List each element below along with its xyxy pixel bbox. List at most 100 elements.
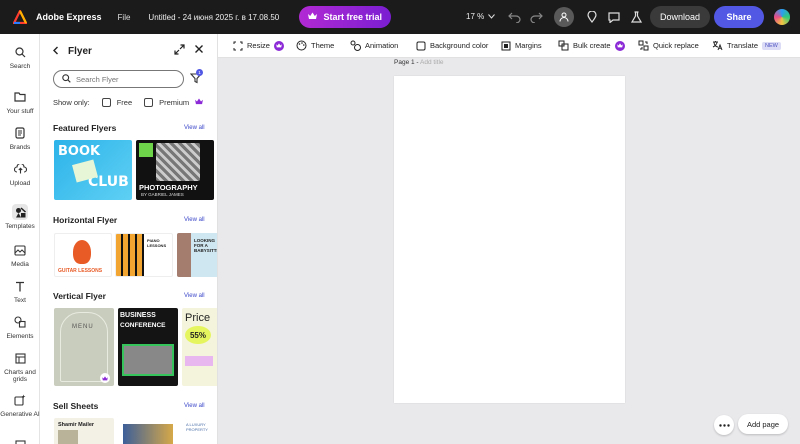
rail-item-upload[interactable]: Upload <box>0 161 40 187</box>
template-thumb-piano-lessons[interactable]: PIANO LESSONS <box>115 233 173 277</box>
page-number-label: Page 1 - <box>394 59 419 66</box>
quick-replace-label: Quick replace <box>653 41 699 50</box>
rail-item-your-stuff[interactable]: Your stuff <box>0 89 40 115</box>
adobe-express-logo-icon[interactable] <box>12 9 28 25</box>
resize-tool[interactable]: Resize <box>232 40 284 51</box>
panel-title: Flyer <box>68 45 92 57</box>
view-all-horizontal-link[interactable]: View all <box>184 217 205 223</box>
rail-item-text[interactable]: Text <box>0 278 40 304</box>
babysitter-title: LOOKING FOR A BABYSITTER <box>194 238 217 253</box>
rail-item-more[interactable] <box>0 436 40 444</box>
user-avatar[interactable] <box>774 9 790 25</box>
comment-icon[interactable] <box>606 9 622 25</box>
template-thumb-menu[interactable]: MENU <box>54 308 114 386</box>
theme-tool[interactable]: Theme <box>296 40 334 51</box>
shamir-title: Shamir Mailer <box>58 422 95 428</box>
redo-icon[interactable] <box>528 9 544 25</box>
rail-item-generative-ai[interactable]: Generative AI <box>0 392 40 418</box>
page-label: Page 1 - Add title <box>394 59 444 66</box>
chart-grid-icon <box>12 350 28 366</box>
filter-count-badge: 1 <box>196 69 203 76</box>
template-thumb-photography[interactable]: PHOTOGRAPHY BY GABRIEL JAMES <box>136 140 214 200</box>
add-page-button[interactable]: Add page <box>738 414 788 434</box>
section-title-sell-sheets: Sell Sheets <box>53 401 99 411</box>
cloud-upload-icon <box>12 161 28 177</box>
template-thumb-shamir-mailer[interactable]: Shamir Mailer <box>54 418 114 444</box>
start-free-trial-button[interactable]: Start free trial <box>299 6 392 28</box>
animation-tool[interactable]: Animation <box>350 40 398 51</box>
premium-label: Premium <box>159 98 190 107</box>
document-title[interactable]: Untitled - 24 июня 2025 г. в 17.08.50 <box>148 13 279 22</box>
flask-icon[interactable] <box>628 9 644 25</box>
rail-item-elements[interactable]: Elements <box>0 314 40 340</box>
template-thumb-book-club[interactable]: BOOK CLUB <box>54 140 132 200</box>
new-badge: NEW <box>762 41 781 50</box>
bulk-create-label: Bulk create <box>573 41 611 50</box>
rail-item-templates[interactable]: Templates <box>0 204 40 230</box>
rail-item-charts[interactable]: Charts and grids <box>0 350 40 384</box>
business-title: BUSINESS <box>120 312 156 319</box>
resize-label: Resize <box>247 41 270 50</box>
free-checkbox[interactable] <box>101 98 111 107</box>
search-bar[interactable] <box>53 70 184 88</box>
search-input[interactable] <box>76 74 176 84</box>
rail-item-brands[interactable]: Brands <box>0 125 40 151</box>
background-color-tool[interactable]: Background color <box>415 40 488 51</box>
view-all-sell-sheets-link[interactable]: View all <box>184 403 205 409</box>
margins-tool[interactable]: Margins <box>500 40 542 51</box>
rail-item-media[interactable]: Media <box>0 242 40 268</box>
crown-icon <box>308 12 318 22</box>
guitar-lessons-title: GUITAR LESSONS <box>58 268 103 274</box>
quick-replace-tool[interactable]: Quick replace <box>638 40 699 51</box>
close-icon[interactable] <box>194 44 204 56</box>
rail-label-upload: Upload <box>9 180 31 187</box>
zoom-control[interactable]: 17 % <box>466 12 496 21</box>
brand-icon <box>12 125 28 141</box>
file-menu[interactable]: File <box>118 13 131 22</box>
resize-icon <box>232 40 243 51</box>
back-arrow-icon[interactable] <box>52 46 60 57</box>
more-dots-icon <box>718 423 730 427</box>
margins-label: Margins <box>515 41 542 50</box>
palette-icon <box>296 40 307 51</box>
rail-label-text: Text <box>14 297 26 304</box>
template-thumb-price[interactable]: Price 55% <box>182 308 217 386</box>
location-pin-icon[interactable] <box>584 9 600 25</box>
template-thumb-painting[interactable] <box>118 418 178 444</box>
animation-icon <box>350 40 361 51</box>
photo-collage <box>156 143 200 181</box>
canvas-page[interactable] <box>394 76 625 403</box>
template-thumb-luxury-property[interactable]: A LUXURY PROPERTY <box>182 418 217 444</box>
section-title-vertical: Vertical Flyer <box>53 291 106 301</box>
left-rail: Search Your stuff Brands Upload Template… <box>0 34 40 444</box>
template-thumb-business-conference[interactable]: BUSINESS CONFERENCE <box>118 308 178 386</box>
bulk-create-tool[interactable]: Bulk create <box>558 40 625 51</box>
rail-label-generative-ai: Generative AI <box>0 411 40 418</box>
panel-header: Flyer <box>52 44 212 58</box>
template-thumb-guitar-lessons[interactable]: GUITAR LESSONS <box>54 233 112 277</box>
premium-checkbox[interactable] <box>144 98 154 107</box>
start-free-trial-label: Start free trial <box>323 12 383 22</box>
more-options-button[interactable] <box>714 415 734 435</box>
download-button[interactable]: Download <box>650 6 710 28</box>
zoom-level: 17 % <box>466 12 485 21</box>
rail-label-brands: Brands <box>9 144 31 151</box>
rail-label-templates: Templates <box>5 223 35 230</box>
shapes-icon <box>12 314 28 330</box>
add-title-field[interactable]: Add title <box>420 59 444 66</box>
share-button[interactable]: Share <box>714 6 764 28</box>
piano-lessons-title: PIANO LESSONS <box>147 238 167 248</box>
photography-title: PHOTOGRAPHY <box>139 183 198 192</box>
view-all-vertical-link[interactable]: View all <box>184 293 205 299</box>
undo-icon[interactable] <box>506 9 522 25</box>
template-thumb-babysitter[interactable]: LOOKING FOR A BABYSITTER <box>177 233 217 277</box>
rail-label-search: Search <box>9 63 31 70</box>
expand-icon[interactable] <box>174 44 185 57</box>
painting-image <box>123 424 173 444</box>
rail-item-search[interactable]: Search <box>0 44 40 70</box>
translate-tool[interactable]: Translate NEW <box>712 40 781 51</box>
collaborators-button[interactable] <box>554 7 574 27</box>
view-all-featured-link[interactable]: View all <box>184 125 205 131</box>
section-title-horizontal: Horizontal Flyer <box>53 215 118 225</box>
book-club-title-top: BOOK <box>58 144 101 159</box>
